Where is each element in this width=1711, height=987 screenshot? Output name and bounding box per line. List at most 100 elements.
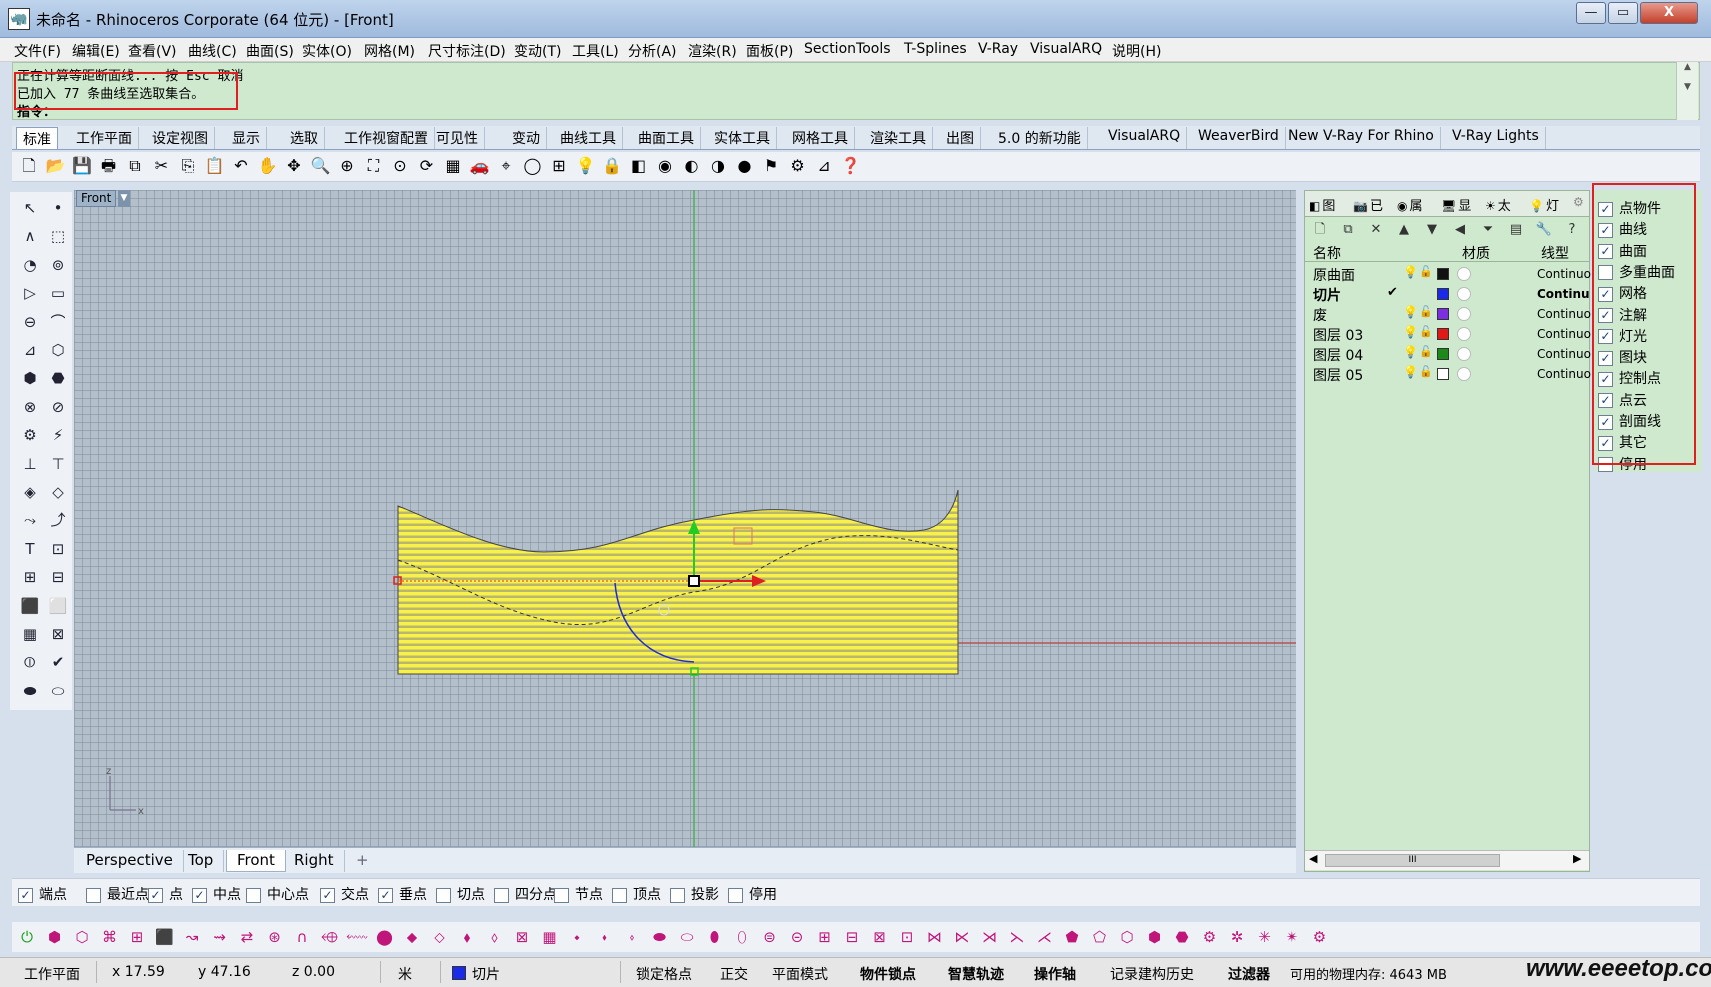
plugin-tool-icon[interactable]: ⬠ <box>1089 926 1111 948</box>
lightbulb-icon[interactable]: 💡 <box>1403 345 1418 359</box>
plugin-tool-icon[interactable]: ⬫ <box>621 926 643 948</box>
delete-icon[interactable]: ✕ <box>1367 221 1385 239</box>
status-layer-color[interactable] <box>452 966 466 980</box>
left-tool-icon[interactable]: ↖ <box>18 196 42 220</box>
osnap-item[interactable]: 中心点 <box>246 884 309 904</box>
status-history[interactable]: 记录建构历史 <box>1110 964 1194 984</box>
toolbar-tab[interactable]: 出图 <box>940 127 981 149</box>
panel-tab[interactable]: 📷 已 <box>1353 195 1383 214</box>
plugin-tool-icon[interactable]: ⚙ <box>1309 926 1331 948</box>
left-tool-icon[interactable]: ▷ <box>18 281 42 305</box>
plugin-tool-icon[interactable]: ✳ <box>1254 926 1276 948</box>
checkbox[interactable] <box>246 887 261 903</box>
unlock-icon[interactable]: 🔓 <box>1419 325 1433 338</box>
lock-icon[interactable]: 🔒 <box>601 155 623 177</box>
plugin-tool-icon[interactable]: ⇝ <box>209 926 231 948</box>
osnap-item[interactable]: 最近点 <box>86 884 149 904</box>
checkbox[interactable] <box>670 887 685 903</box>
layer-horizontal-scrollbar[interactable]: ◀ III ▶ <box>1305 850 1589 870</box>
render-icon[interactable]: ◐ <box>681 155 703 177</box>
left-tool-icon[interactable]: ⬛ <box>18 594 42 618</box>
material-swatch[interactable] <box>1457 347 1471 361</box>
status-ortho[interactable]: 正交 <box>720 964 748 984</box>
toolbar-tab[interactable]: 曲线工具 <box>554 127 623 149</box>
checkbox[interactable]: ✓ <box>18 887 33 903</box>
plugin-tool-icon[interactable]: ⇄ <box>236 926 258 948</box>
plugin-tool-icon[interactable]: ⌘ <box>99 926 121 948</box>
import-icon[interactable]: ⧉ <box>124 155 146 177</box>
osnap-item[interactable]: ✓ 垂点 <box>378 884 427 904</box>
maximize-button[interactable]: ▭ <box>1608 2 1638 24</box>
layer-row[interactable]: 废 💡 🔓 Continuo <box>1305 304 1591 325</box>
zoom-window-icon[interactable]: ⊕ <box>336 155 358 177</box>
plugin-tool-icon[interactable]: ⬤ <box>374 926 396 948</box>
menu-item[interactable]: 曲线(C) <box>188 41 237 61</box>
status-grid-snap[interactable]: 锁定格点 <box>636 964 692 984</box>
layer-linetype[interactable]: Continuo <box>1537 267 1591 281</box>
plugin-tool-icon[interactable]: ⬛ <box>154 926 176 948</box>
viewport-layout-icon[interactable]: ▦ <box>442 155 464 177</box>
scroll-thumb[interactable]: III <box>1325 854 1500 867</box>
layer-color-swatch[interactable] <box>1437 328 1449 340</box>
left-tool-icon[interactable]: ⬢ <box>18 366 42 390</box>
gear-icon[interactable]: ⚙ <box>787 155 809 177</box>
plugin-tool-icon[interactable]: ⊞ <box>126 926 148 948</box>
layer-color-swatch[interactable] <box>1437 368 1449 380</box>
panel-tab[interactable]: ☀ 太 <box>1485 195 1511 214</box>
toolbar-tab[interactable]: 可见性 <box>430 127 485 149</box>
toolbar-tab[interactable]: 曲面工具 <box>632 127 701 149</box>
material-swatch[interactable] <box>1457 267 1471 281</box>
move-parent-icon[interactable]: ◀ <box>1451 221 1469 239</box>
plugin-tool-icon[interactable]: ⬣ <box>1171 926 1193 948</box>
layer-row[interactable]: 图层 03 💡 🔓 Continuo <box>1305 324 1591 344</box>
left-tool-icon[interactable]: ⊖ <box>18 310 42 334</box>
osnap-item[interactable]: 切点 <box>436 884 485 904</box>
plugin-tool-icon[interactable]: ⊡ <box>896 926 918 948</box>
menu-item[interactable]: VisualARQ <box>1030 41 1102 57</box>
help-icon[interactable]: ❓ <box>840 155 862 177</box>
menu-item[interactable]: 网格(M) <box>364 41 415 61</box>
toolbar-tab[interactable]: 工作视窗配置 <box>338 127 435 149</box>
left-tool-icon[interactable]: ⚙ <box>18 423 42 447</box>
left-tool-icon[interactable]: ⬡ <box>46 338 70 362</box>
flag-icon[interactable]: ⚑ <box>760 155 782 177</box>
tools-icon[interactable]: 🔧 <box>1535 221 1553 239</box>
lightbulb-icon[interactable]: 💡 <box>1403 305 1418 319</box>
toolbar-tab[interactable]: 实体工具 <box>708 127 777 149</box>
unlock-icon[interactable]: 🔓 <box>1419 305 1433 318</box>
osnap-item[interactable]: 投影 <box>670 884 719 904</box>
new-icon[interactable]: 🗋 <box>18 155 40 177</box>
plugin-tool-icon[interactable]: ⬡ <box>1116 926 1138 948</box>
plugin-tool-icon[interactable]: ⚙ <box>1199 926 1221 948</box>
plugin-tool-icon[interactable]: ⊛ <box>264 926 286 948</box>
plugin-tool-icon[interactable]: ⋊ <box>979 926 1001 948</box>
menu-item[interactable]: 编辑(E) <box>72 41 120 61</box>
layer-color-swatch[interactable] <box>1437 308 1449 320</box>
panel-tab[interactable]: ◉ 属 <box>1397 195 1423 214</box>
left-tool-icon[interactable]: ⦶ <box>18 650 42 674</box>
zoom-extents-icon[interactable]: ⛶ <box>363 155 385 177</box>
osnap-item[interactable]: 四分点 <box>494 884 557 904</box>
lightbulb-icon[interactable]: 💡 <box>1403 365 1418 379</box>
panel-tab[interactable]: 💡 灯 <box>1529 195 1559 214</box>
panel-tab[interactable]: 🖥 显 <box>1441 195 1471 214</box>
layer-linetype[interactable]: Continu <box>1537 287 1590 301</box>
layer-name[interactable]: 废 <box>1313 305 1327 325</box>
checkbox[interactable] <box>554 887 569 903</box>
left-tool-icon[interactable]: ⊠ <box>46 622 70 646</box>
copy-icon[interactable]: ⎘ <box>177 155 199 177</box>
left-tool-icon[interactable]: ▭ <box>46 281 70 305</box>
menu-item[interactable]: 查看(V) <box>128 41 177 61</box>
panel-tab[interactable]: ◧ 图 <box>1309 195 1335 214</box>
left-tool-icon[interactable]: ⬬ <box>18 679 42 703</box>
zoom-selected-icon[interactable]: ⊙ <box>389 155 411 177</box>
toolbar-tab[interactable]: 选取 <box>284 127 325 149</box>
toolbar-tab[interactable]: 设定视图 <box>146 127 215 149</box>
status-osnap[interactable]: 物件锁点 <box>860 964 916 984</box>
layer-color-swatch[interactable] <box>1437 268 1449 280</box>
toolbar-tab[interactable]: VisualARQ <box>1102 127 1188 149</box>
plugin-tool-icon[interactable]: ✴ <box>1281 926 1303 948</box>
plugin-tool-icon[interactable]: ⬧ <box>456 926 478 948</box>
toolbar-tab[interactable]: WeaverBird <box>1192 127 1286 149</box>
move-down-icon[interactable]: ▼ <box>1423 221 1441 239</box>
